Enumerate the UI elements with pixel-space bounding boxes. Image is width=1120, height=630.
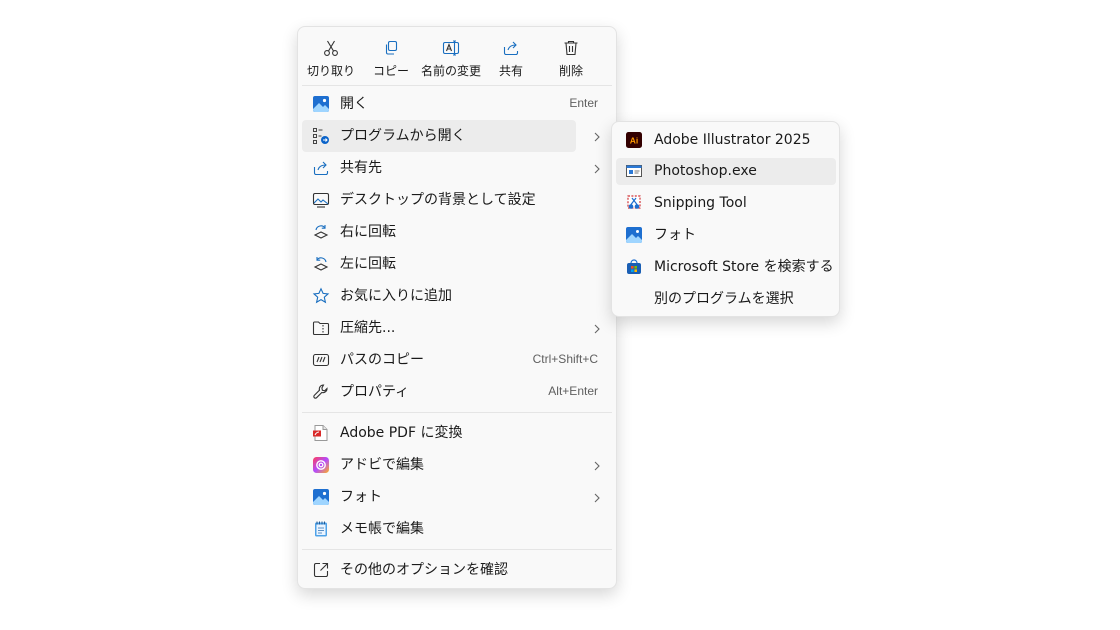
photos-app-icon [312,95,330,113]
menu-item-set-wallpaper[interactable]: デスクトップの背景として設定 [302,184,612,216]
adobe-pdf-icon [312,424,330,442]
open-with-submenu: Ai Adobe Illustrator 2025 Photoshop.exe … [611,121,840,317]
photos-app-icon [626,227,642,243]
submenu-item-microsoft-store[interactable]: Microsoft Store を検索する [616,254,836,281]
menu-item-label: アドビで編集 [340,457,424,473]
menu-item-label: Adobe PDF に変換 [340,425,463,441]
cut-icon [322,39,340,57]
illustrator-icon: Ai [626,132,642,148]
submenu-item-label: 別のプログラムを選択 [654,291,794,307]
shortcut-text: Enter [569,96,598,110]
more-options-icon [312,561,330,579]
star-icon [312,287,330,305]
menu-divider [302,549,612,550]
menu-item-rotate-left[interactable]: 左に回転 [302,248,612,280]
menu-item-label: 左に回転 [340,256,396,272]
shortcut-text: Alt+Enter [548,384,598,398]
rotate-right-icon [312,223,330,241]
submenu-item-photos[interactable]: フォト [616,222,836,249]
photos-app-icon [312,488,330,506]
cut-button[interactable]: 切り取り [301,33,361,81]
share-label: 共有 [498,64,523,78]
submenu-item-label: Snipping Tool [654,195,747,211]
menu-item-label: プログラムから開く [340,128,466,144]
submenu-item-label: Adobe Illustrator 2025 [654,132,811,148]
menu-item-label: 共有先 [340,160,382,176]
chevron-right-icon [592,493,602,503]
menu-item-label: 右に回転 [340,224,396,240]
zip-folder-icon [312,319,330,337]
menu-item-copy-path[interactable]: パスのコピー Ctrl+Shift+C [302,344,612,376]
share-button[interactable]: 共有 [481,33,541,81]
context-menu: 切り取り コピー 名前の変更 共有 削除 開く Enter プログラムから開く … [297,26,617,589]
menu-item-open[interactable]: 開く Enter [302,88,612,120]
menu-item-edit-with-adobe[interactable]: アドビで編集 [302,449,612,481]
submenu-item-label: フォト [654,227,696,243]
open-with-icon [312,127,330,145]
snipping-tool-icon [626,195,642,211]
chevron-right-icon [592,461,602,471]
delete-icon [562,39,580,57]
menu-item-label: プロパティ [340,384,410,400]
svg-text:Ai: Ai [630,136,639,146]
wallpaper-icon [312,191,330,209]
menu-item-open-with[interactable]: プログラムから開く [302,120,576,152]
menu-item-label: その他のオプションを確認 [340,562,508,578]
share-to-icon [312,159,330,177]
delete-button[interactable]: 削除 [541,33,601,81]
notepad-icon [312,520,330,538]
submenu-item-choose-another[interactable]: 別のプログラムを選択 [616,286,836,313]
menu-item-properties[interactable]: プロパティ Alt+Enter [302,376,612,408]
chevron-right-icon [592,164,602,174]
copy-icon [382,39,400,57]
chevron-right-icon [592,132,602,142]
context-menu-toolbar: 切り取り コピー 名前の変更 共有 削除 [298,27,616,85]
menu-item-label: フォト [340,489,382,505]
rename-icon [442,39,460,57]
submenu-item-label: Photoshop.exe [654,163,757,179]
submenu-item-illustrator[interactable]: Ai Adobe Illustrator 2025 [616,127,836,154]
rename-button[interactable]: 名前の変更 [421,33,481,81]
chevron-right-icon [592,324,602,334]
photoshop-exe-icon [626,163,642,179]
menu-item-edit-notepad[interactable]: メモ帳で編集 [302,513,612,545]
menu-item-compress-to[interactable]: 圧縮先... [302,312,612,344]
menu-item-label: 圧縮先... [340,320,396,336]
menu-item-rotate-right[interactable]: 右に回転 [302,216,612,248]
submenu-item-snipping-tool[interactable]: Snipping Tool [616,190,836,217]
delete-label: 削除 [558,64,583,78]
menu-item-share-to[interactable]: 共有先 [302,152,612,184]
wrench-icon [312,383,330,401]
shortcut-text: Ctrl+Shift+C [532,352,598,366]
rename-label: 名前の変更 [421,64,482,78]
copy-path-icon [312,351,330,369]
menu-item-convert-pdf[interactable]: Adobe PDF に変換 [302,417,612,449]
menu-item-more-options[interactable]: その他のオプションを確認 [302,554,612,586]
menu-item-label: パスのコピー [340,352,424,368]
cut-label: 切り取り [306,64,355,78]
menu-item-add-favorite[interactable]: お気に入りに追加 [302,280,612,312]
menu-divider [302,412,612,413]
menu-item-label: デスクトップの背景として設定 [340,192,536,208]
toolbar-divider [302,85,612,86]
share-icon [502,39,520,57]
microsoft-store-icon [626,259,642,275]
menu-item-label: 開く [340,96,368,112]
submenu-item-label: Microsoft Store を検索する [654,259,834,275]
rotate-left-icon [312,255,330,273]
menu-item-photos[interactable]: フォト [302,481,612,513]
menu-item-label: お気に入りに追加 [340,288,452,304]
adobe-cc-icon [312,456,330,474]
copy-label: コピー [372,64,409,78]
submenu-item-photoshop[interactable]: Photoshop.exe [616,158,836,185]
copy-button[interactable]: コピー [361,33,421,81]
menu-item-label: メモ帳で編集 [340,521,424,537]
